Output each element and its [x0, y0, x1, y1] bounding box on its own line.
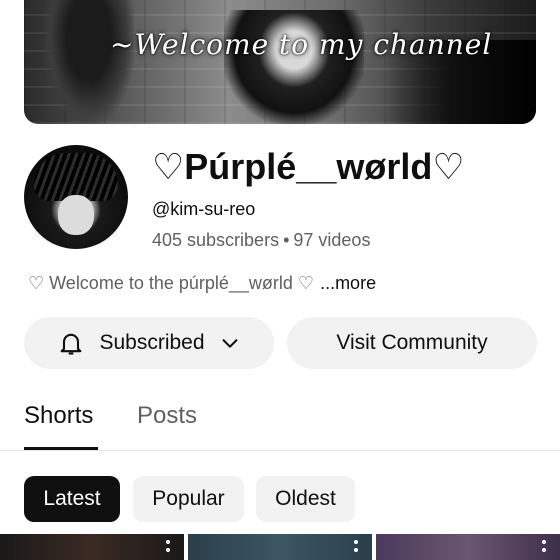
- more-vert-icon[interactable]: [354, 548, 358, 552]
- channel-description[interactable]: ♡ Welcome to the púrplé__wørld ♡ ...more: [28, 273, 376, 294]
- short-thumbnail[interactable]: [0, 534, 184, 560]
- subscribed-label: Subscribed: [99, 331, 205, 354]
- banner-title: ~Welcome to my channel: [110, 28, 493, 61]
- bell-icon: [61, 333, 82, 355]
- stats-separator: •: [283, 230, 290, 250]
- channel-tabs: Shorts Posts: [0, 392, 560, 451]
- selected-tab-indicator: [24, 447, 98, 450]
- video-count: 97 videos: [293, 230, 371, 250]
- description-text: ♡ Welcome to the púrplé__wørld ♡: [28, 273, 315, 293]
- chip-oldest[interactable]: Oldest: [256, 476, 355, 522]
- visit-community-button[interactable]: Visit Community: [287, 317, 537, 369]
- visit-community-label: Visit Community: [336, 331, 488, 354]
- channel-banner: ~Welcome to my channel: [24, 0, 536, 124]
- subscribed-button[interactable]: Subscribed: [24, 317, 274, 369]
- channel-handle: @kim-su-reo: [152, 199, 256, 219]
- tab-posts[interactable]: Posts: [137, 402, 197, 430]
- short-thumbnail[interactable]: [376, 534, 560, 560]
- more-vert-icon[interactable]: [542, 548, 546, 552]
- channel-avatar[interactable]: [24, 145, 128, 249]
- more-link[interactable]: ...more: [320, 273, 376, 293]
- chip-latest[interactable]: Latest: [24, 476, 120, 522]
- channel-stats: 405 subscribers • 97 videos: [152, 230, 370, 251]
- more-vert-icon[interactable]: [166, 548, 170, 552]
- chevron-down-icon: [222, 339, 237, 348]
- subscriber-count: 405 subscribers: [152, 230, 280, 250]
- tab-shorts[interactable]: Shorts: [24, 402, 93, 430]
- short-thumbnail[interactable]: [188, 534, 372, 560]
- channel-name: ♡Púrplé__wørld♡: [152, 146, 465, 187]
- chip-popular[interactable]: Popular: [133, 476, 244, 522]
